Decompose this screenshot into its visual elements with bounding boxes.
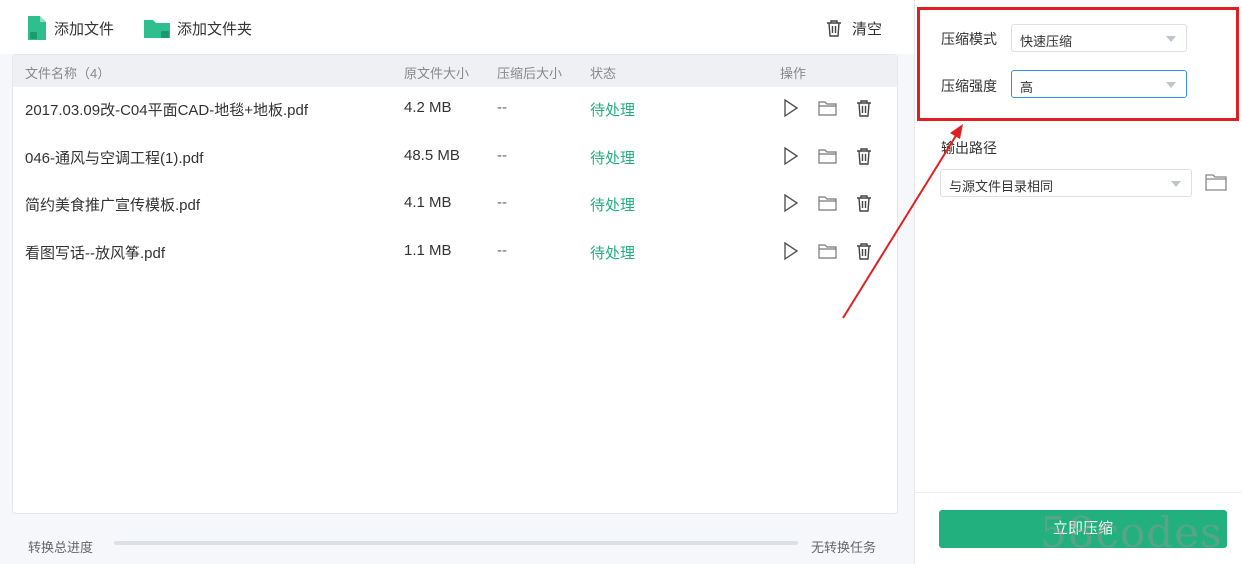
delete-icon[interactable] — [853, 240, 875, 262]
header-status: 状态 — [590, 66, 617, 81]
file-name: 看图写话--放风筝.pdf — [25, 245, 166, 262]
file-size: 48.5 MB — [404, 147, 460, 164]
clear-button[interactable]: 清空 — [826, 15, 882, 41]
file-name: 046-通风与空调工程(1).pdf — [25, 150, 204, 167]
file-name: 2017.03.09改-C04平面CAD-地毯+地板.pdf — [25, 102, 309, 119]
compressed-size: -- — [497, 242, 507, 259]
status-badge: 待处理 — [590, 102, 636, 119]
progress-label: 转换总进度 — [28, 540, 94, 555]
file-size: 1.1 MB — [404, 242, 452, 259]
divider — [914, 492, 1242, 493]
compressed-size: -- — [497, 194, 507, 211]
play-icon[interactable] — [780, 145, 802, 167]
table-row[interactable]: 看图写话--放风筝.pdf 1.1 MB -- 待处理 — [13, 228, 897, 275]
open-folder-icon[interactable] — [1205, 172, 1229, 194]
add-file-label: 添加文件 — [54, 20, 115, 38]
file-list-area: 添加文件 添加文件夹 清空 文件名称（4） 原文件大小 压缩后大小 状态 操作 … — [0, 0, 914, 564]
file-name: 简约美食推广宣传模板.pdf — [25, 197, 201, 214]
folder-icon[interactable] — [817, 97, 839, 119]
add-folder-button[interactable]: 添加文件夹 — [143, 15, 252, 41]
caret-down-icon — [1171, 181, 1181, 187]
folder-icon[interactable] — [817, 240, 839, 262]
delete-icon[interactable] — [853, 192, 875, 214]
table-header: 文件名称（4） 原文件大小 压缩后大小 状态 操作 — [13, 55, 897, 87]
add-file-button[interactable]: 添加文件 — [26, 15, 114, 41]
progress-status: 无转换任务 — [811, 540, 877, 555]
add-folder-icon — [144, 20, 170, 38]
progress-bar-area: 转换总进度 无转换任务 — [0, 522, 914, 564]
play-icon[interactable] — [780, 240, 802, 262]
table-row[interactable]: 046-通风与空调工程(1).pdf 48.5 MB -- 待处理 — [13, 133, 897, 180]
file-table: 文件名称（4） 原文件大小 压缩后大小 状态 操作 2017.03.09改-C0… — [12, 54, 898, 514]
clear-label: 清空 — [852, 20, 883, 38]
toolbar: 添加文件 添加文件夹 清空 — [0, 0, 914, 54]
file-size: 4.1 MB — [404, 194, 452, 211]
compressed-size: -- — [497, 147, 507, 164]
table-row[interactable]: 简约美食推广宣传模板.pdf 4.1 MB -- 待处理 — [13, 180, 897, 227]
table-row[interactable]: 2017.03.09改-C04平面CAD-地毯+地板.pdf 4.2 MB --… — [13, 85, 897, 132]
status-badge: 待处理 — [590, 150, 636, 167]
header-name: 文件名称（4） — [25, 66, 111, 81]
add-file-icon — [28, 16, 46, 40]
output-path-select[interactable]: 与源文件目录相同 — [940, 169, 1192, 197]
output-label: 输出路径 — [941, 140, 997, 156]
file-size: 4.2 MB — [404, 99, 452, 116]
output-path-value: 与源文件目录相同 — [949, 179, 1054, 194]
delete-icon[interactable] — [853, 97, 875, 119]
trash-icon — [827, 20, 841, 37]
add-folder-label: 添加文件夹 — [177, 20, 253, 38]
delete-icon[interactable] — [853, 145, 875, 167]
compressed-size: -- — [497, 99, 507, 116]
folder-icon[interactable] — [817, 145, 839, 167]
progress-track — [114, 541, 798, 545]
compress-button[interactable]: 立即压缩 — [939, 510, 1227, 548]
folder-icon[interactable] — [817, 192, 839, 214]
play-icon[interactable] — [780, 192, 802, 214]
play-icon[interactable] — [780, 97, 802, 119]
header-operation: 操作 — [780, 66, 807, 81]
status-badge: 待处理 — [590, 245, 636, 262]
header-size: 原文件大小 — [404, 66, 470, 81]
status-badge: 待处理 — [590, 197, 636, 214]
header-compressed-size: 压缩后大小 — [497, 66, 563, 81]
highlight-box — [917, 7, 1239, 121]
